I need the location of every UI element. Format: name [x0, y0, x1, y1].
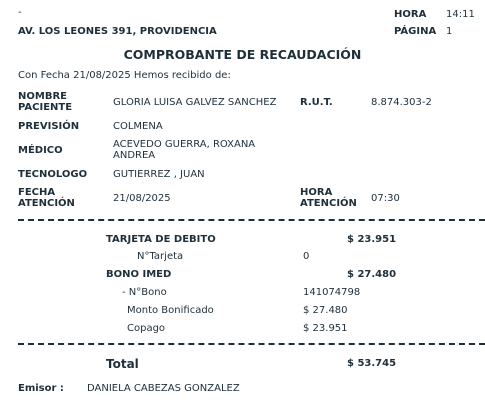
- prevision-label: PREVISIÓN: [18, 121, 80, 132]
- copago-label: Copago: [127, 323, 166, 334]
- total-value: $ 53.745: [347, 358, 397, 369]
- patient-name: GLORIA LUISA GALVEZ SANCHEZ: [113, 97, 277, 108]
- hora-atencion-value: 07:30: [371, 193, 400, 204]
- rut-value: 8.874.303-2: [371, 97, 432, 108]
- fecha-atencion-label-1: FECHA: [18, 187, 56, 198]
- monto-bonificado-label: Monto Bonificado: [127, 305, 214, 316]
- clinic-address: AV. LOS LEONES 391, PROVIDENCIA: [18, 26, 217, 37]
- page-number: 1: [446, 26, 453, 37]
- total-label: Total: [106, 357, 139, 371]
- monto-bonificado-value: $ 27.480: [303, 305, 348, 316]
- medico-label: MÉDICO: [18, 145, 63, 156]
- rut-label: R.U.T.: [300, 97, 333, 108]
- copago-value: $ 23.951: [303, 323, 348, 334]
- tarjeta-amount: $ 23.951: [347, 234, 397, 245]
- bono-amount: $ 27.480: [347, 269, 397, 280]
- ntarjeta-label: N°Tarjeta: [137, 251, 184, 262]
- intro-text: Con Fecha 21/08/2025 Hemos recibido de:: [18, 70, 231, 81]
- document-title: COMPROBANTE DE RECAUDACIÓN: [123, 47, 362, 62]
- page-label: PÁGINA: [394, 26, 437, 37]
- prevision-value: COLMENA: [113, 121, 163, 132]
- emisor-name: DANIELA CABEZAS GONZALEZ: [87, 383, 240, 394]
- bono-label: BONO IMED: [106, 269, 172, 280]
- print-time-value: 14:11: [446, 9, 475, 20]
- divider-bottom: [18, 343, 485, 345]
- fecha-atencion-label-2: ATENCIÓN: [18, 198, 75, 209]
- ntarjeta-value: 0: [303, 251, 310, 262]
- nbono-value: 141074798: [303, 287, 361, 298]
- fecha-atencion-value: 21/08/2025: [113, 193, 171, 204]
- tecnologo-label: TECNOLOGO: [18, 169, 88, 180]
- nombre-label-1: NOMBRE: [18, 91, 67, 102]
- medico-value-line-2: ANDREA: [113, 150, 156, 161]
- nombre-label-2: PACIENTE: [18, 102, 73, 113]
- divider-top: [18, 219, 485, 221]
- tarjeta-label: TARJETA DE DEBITO: [106, 234, 216, 245]
- tecnologo-value: GUTIERREZ , JUAN: [113, 169, 205, 180]
- hora-atencion-label-2: ATENCIÓN: [300, 198, 357, 209]
- hora-atencion-label-1: HORA: [300, 187, 333, 198]
- emisor-label: Emisor :: [18, 383, 64, 394]
- header-dash-mark: -: [18, 7, 22, 18]
- print-time-label: HORA: [394, 9, 427, 20]
- medico-value-line-1: ACEVEDO GUERRA, ROXANA: [113, 139, 256, 150]
- nbono-label: - N°Bono: [122, 287, 167, 298]
